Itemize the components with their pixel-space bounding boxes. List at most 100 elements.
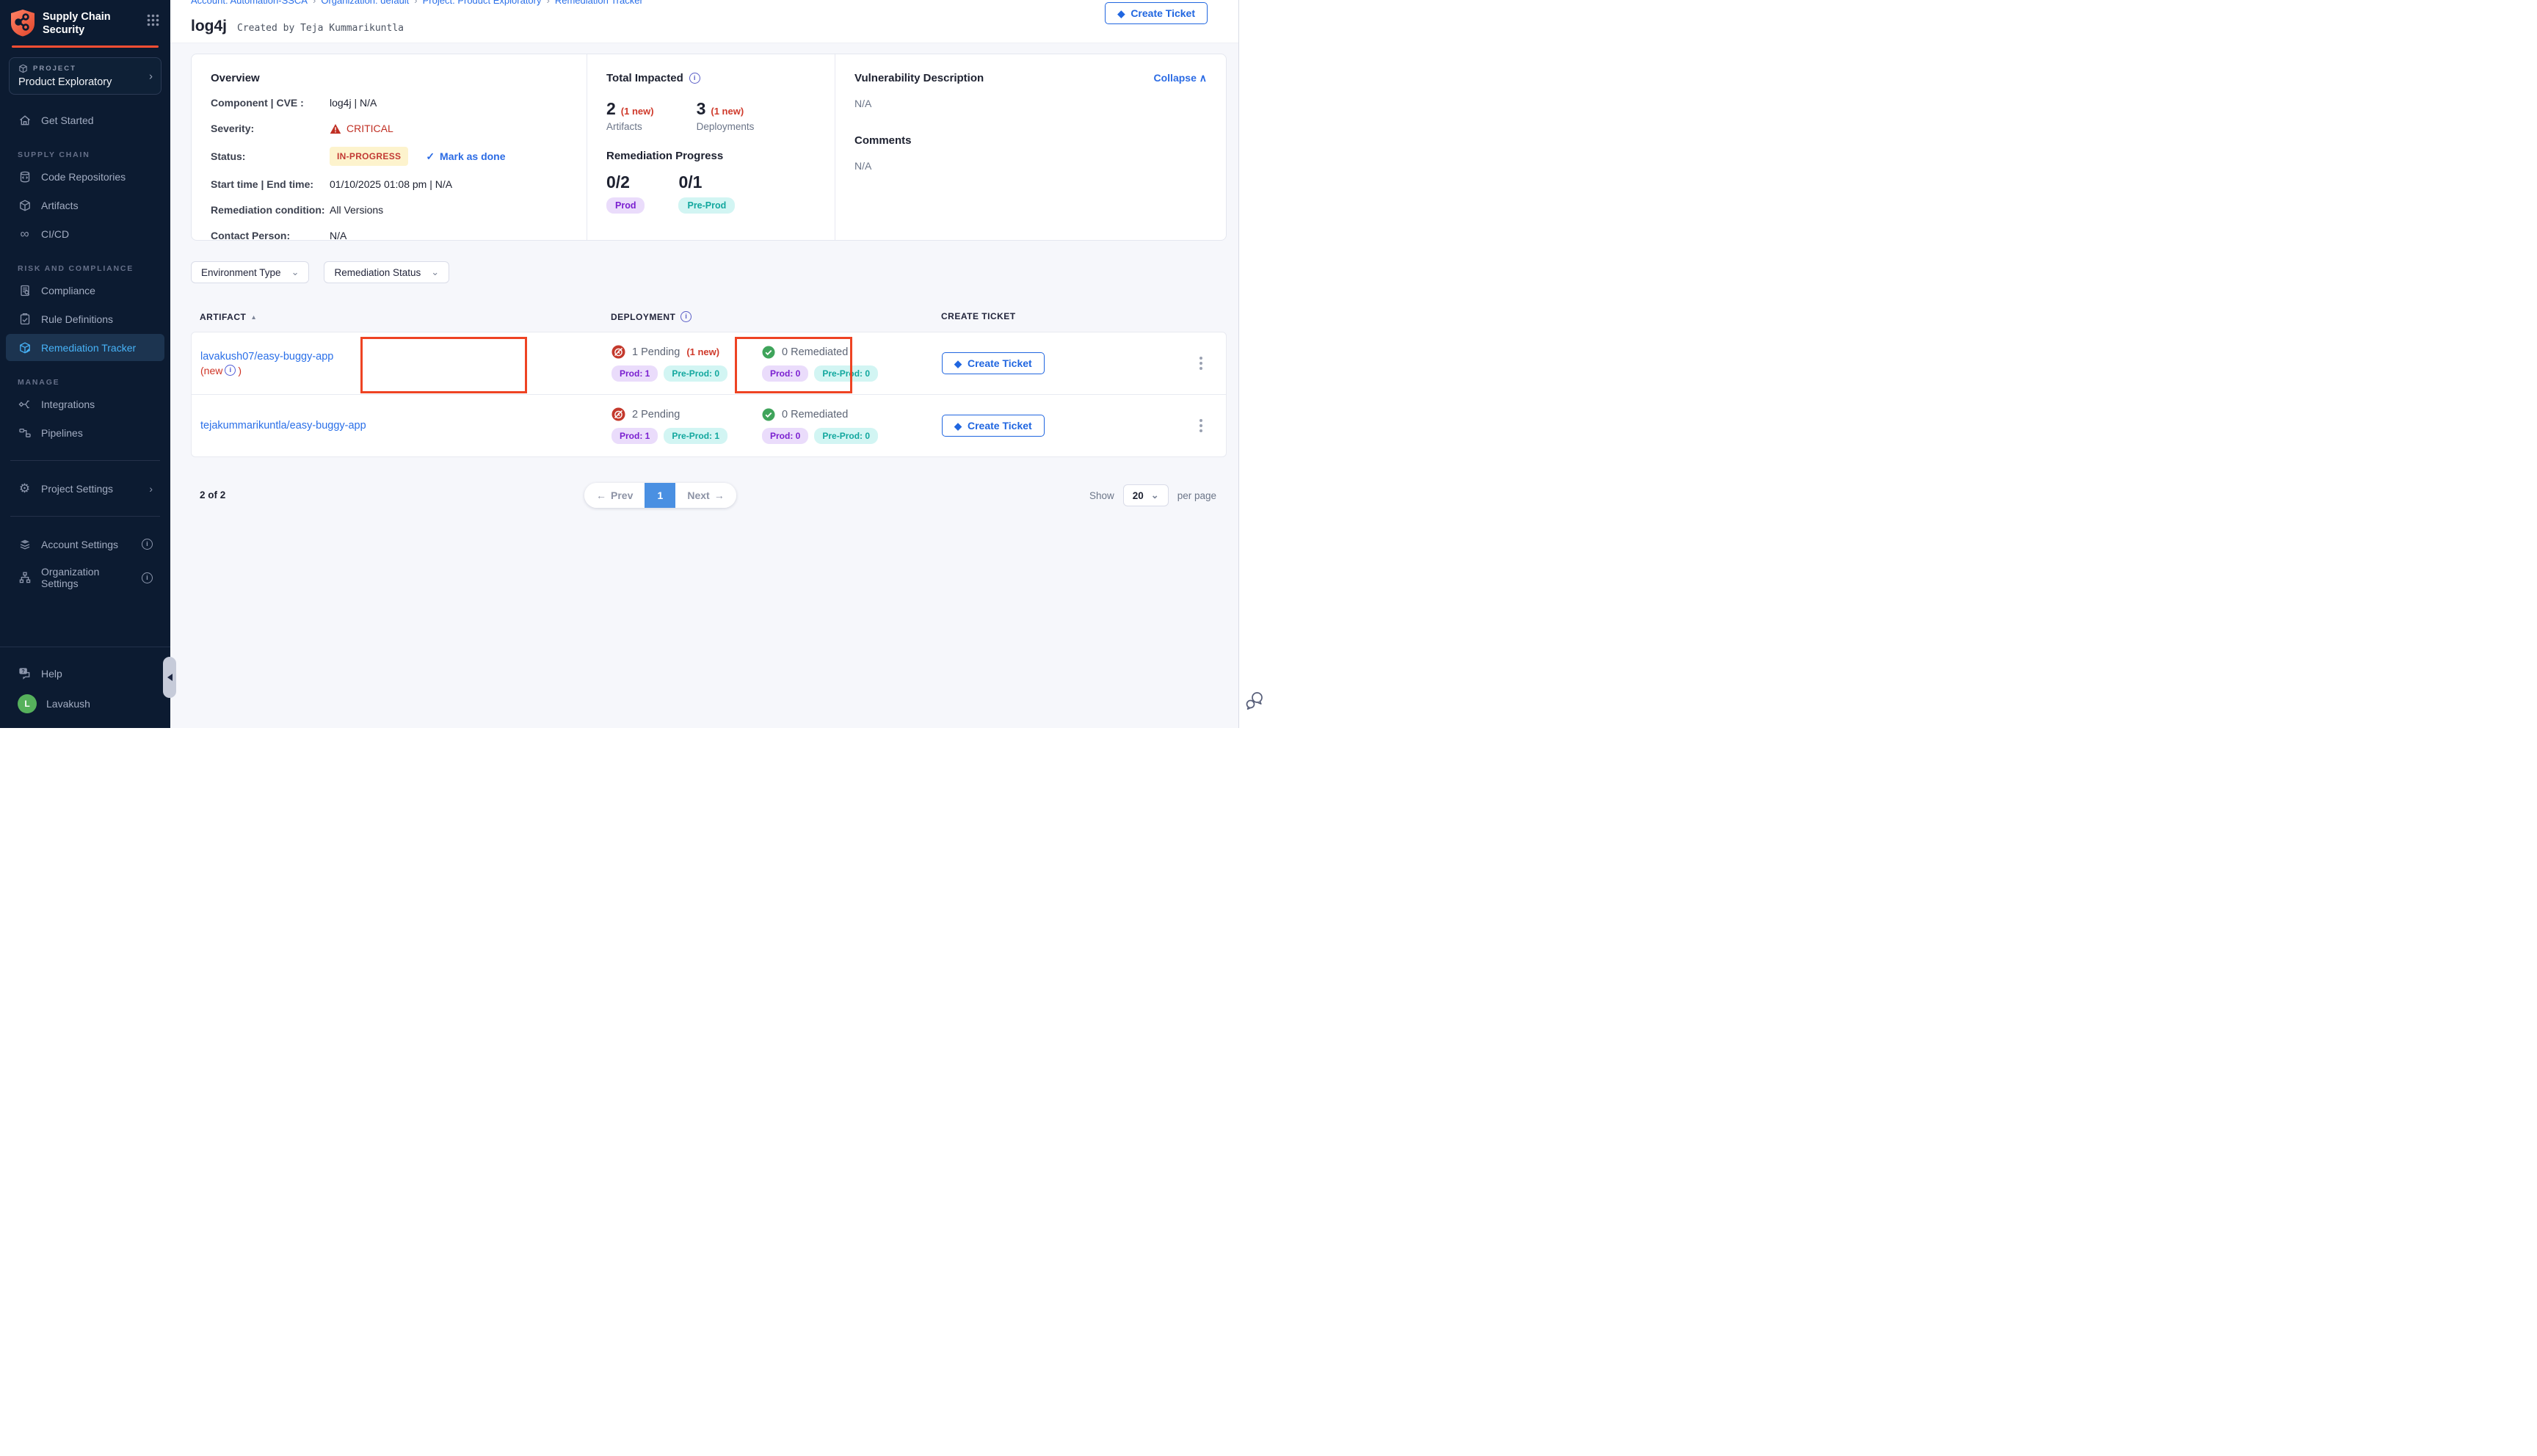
sidebar-collapse-handle[interactable]	[163, 657, 176, 698]
result-count: 2 of 2	[200, 489, 225, 500]
total-impacted-heading: Total Impacted	[606, 72, 683, 84]
severity-label: Severity:	[211, 123, 330, 134]
remediated-cell: 0 Remediated Prod: 0 Pre-Prod: 0	[762, 346, 942, 382]
remediated-cell: 0 Remediated Prod: 0 Pre-Prod: 0	[762, 408, 942, 444]
info-icon[interactable]: i	[680, 311, 692, 322]
org-chart-icon	[18, 571, 32, 585]
breadcrumb-account[interactable]: Account: Automation-SSCA	[191, 0, 308, 6]
artifacts-count: 2	[606, 99, 616, 119]
column-header-deployment: DEPLOYMENT i	[611, 311, 941, 322]
info-icon[interactable]: i	[689, 73, 700, 84]
table-row: tejakummarikuntla/easy-buggy-app 2 Pendi…	[191, 394, 1227, 457]
sidebar-item-rule-definitions[interactable]: Rule Definitions	[6, 305, 164, 332]
sidebar-item-integrations[interactable]: Integrations	[6, 390, 164, 418]
prod-count-badge: Prod: 1	[611, 365, 658, 382]
sidebar-item-account-settings[interactable]: Account Settings i	[6, 531, 164, 558]
row-menu-kebab-icon[interactable]	[1197, 416, 1205, 435]
prod-badge: Prod	[606, 197, 645, 214]
prev-page-button[interactable]: ← Prev	[584, 483, 645, 508]
condition-value: All Versions	[330, 204, 383, 216]
preprod-progress-stat: 0/1 Pre-Prod	[678, 172, 735, 214]
time-label: Start time | End time:	[211, 178, 330, 190]
scrollbar-gutter[interactable]	[1238, 0, 1268, 728]
sidebar-item-compliance[interactable]: Compliance	[6, 277, 164, 304]
breadcrumb-org[interactable]: Organization: default	[321, 0, 409, 6]
home-icon	[18, 113, 32, 127]
component-cve-label: Component | CVE :	[211, 97, 330, 109]
svg-text:?: ?	[21, 669, 24, 674]
sidebar-item-get-started[interactable]: Get Started	[6, 106, 164, 134]
row-menu-kebab-icon[interactable]	[1197, 354, 1205, 373]
page-number-button[interactable]: 1	[645, 483, 675, 508]
create-ticket-cell: ◆ Create Ticket	[942, 415, 1133, 437]
sidebar-user[interactable]: L Lavakush	[6, 688, 164, 720]
total-impacted-section: Total Impacted i 2 (1 new) Artifacts 3	[587, 54, 835, 240]
info-icon[interactable]: i	[225, 365, 236, 376]
section-risk-compliance: RISK AND COMPLIANCE	[18, 264, 170, 273]
sidebar-item-label: Project Settings	[41, 483, 113, 495]
chevron-up-icon: ∧	[1199, 72, 1207, 84]
condition-label: Remediation condition:	[211, 204, 330, 216]
page-size-select[interactable]: 20 ⌄	[1123, 484, 1169, 506]
prod-count-badge: Prod: 1	[611, 428, 658, 444]
info-icon[interactable]: i	[142, 572, 153, 583]
sidebar-item-remediation-tracker[interactable]: Remediation Tracker	[6, 334, 164, 361]
sidebar-item-label: Pipelines	[41, 427, 83, 439]
sidebar-item-label: Remediation Tracker	[41, 342, 136, 354]
artifact-link[interactable]: tejakummarikuntla/easy-buggy-app	[200, 420, 366, 432]
status-badge: IN-PROGRESS	[330, 147, 408, 166]
collapse-link[interactable]: Collapse ∧	[1154, 72, 1208, 84]
artifacts-stat-label: Artifacts	[606, 121, 654, 132]
severity-value: CRITICAL	[330, 123, 393, 134]
per-page-label: per page	[1177, 490, 1216, 501]
pending-count: 1 Pending	[632, 346, 680, 358]
sidebar-item-artifacts[interactable]: Artifacts	[6, 192, 164, 219]
section-manage: MANAGE	[18, 378, 170, 387]
breadcrumb-separator: ›	[308, 0, 321, 6]
chevron-down-icon: ⌄	[291, 266, 300, 278]
module-grid-icon[interactable]	[146, 13, 160, 27]
sidebar-item-pipelines[interactable]: Pipelines	[6, 419, 164, 446]
project-selector[interactable]: PROJECT Product Exploratory ›	[9, 57, 161, 95]
right-arrow-icon: →	[714, 489, 725, 501]
prod-count-badge: Prod: 0	[762, 365, 808, 382]
clipboard-check-icon	[18, 312, 32, 326]
filters-row: Environment Type ⌄ Remediation Status ⌄	[191, 261, 449, 283]
breadcrumb-page[interactable]: Remediation Tracker	[555, 0, 643, 6]
create-ticket-button[interactable]: ◆ Create Ticket	[942, 352, 1045, 374]
column-header-artifact[interactable]: ARTIFACT ▲	[191, 311, 611, 322]
breadcrumb-project[interactable]: Project: Product Exploratory	[423, 0, 542, 6]
support-chat-icon[interactable]	[1244, 690, 1265, 712]
sidebar-divider	[10, 516, 160, 517]
sidebar-item-label: Integrations	[41, 398, 95, 410]
contact-label: Contact Person:	[211, 230, 330, 241]
sidebar-item-project-settings[interactable]: ⚙ Project Settings ›	[6, 475, 164, 502]
section-supply-chain: SUPPLY CHAIN	[18, 150, 170, 159]
sidebar-bottom: ? Help L Lavakush	[0, 647, 170, 728]
sidebar-item-organization-settings[interactable]: Organization Settings i	[6, 559, 164, 596]
impacted-deployments-stat: 3 (1 new) Deployments	[697, 99, 755, 132]
sidebar-item-code-repositories[interactable]: Code Repositories	[6, 163, 164, 190]
artifact-link[interactable]: lavakush07/easy-buggy-app	[200, 351, 333, 363]
environment-type-filter[interactable]: Environment Type ⌄	[191, 261, 309, 283]
create-ticket-button[interactable]: ◆ Create Ticket	[1105, 2, 1208, 24]
create-ticket-button[interactable]: ◆ Create Ticket	[942, 415, 1045, 437]
status-label: Status:	[211, 150, 330, 162]
preprod-count-badge: Pre-Prod: 0	[814, 365, 878, 382]
summary-panel: Overview Component | CVE : log4j | N/A S…	[191, 54, 1227, 241]
info-icon[interactable]: i	[142, 539, 153, 550]
preprod-progress-value: 0/1	[678, 172, 735, 192]
column-header-create-ticket: CREATE TICKET	[941, 311, 1016, 322]
sidebar-item-label: Rule Definitions	[41, 313, 113, 325]
sidebar-item-help[interactable]: ? Help	[6, 660, 164, 687]
table-header: ARTIFACT ▲ DEPLOYMENT i CREATE TICKET	[191, 311, 1227, 322]
pager: ← Prev 1 Next →	[584, 483, 736, 508]
next-page-button[interactable]: Next →	[675, 483, 736, 508]
mark-as-done-link[interactable]: ✓ Mark as done	[426, 150, 505, 163]
sidebar-item-label: Account Settings	[41, 539, 118, 550]
remediation-status-filter[interactable]: Remediation Status ⌄	[324, 261, 449, 283]
warning-triangle-icon	[330, 123, 341, 134]
sidebar-item-cicd[interactable]: ∞ CI/CD	[6, 220, 164, 247]
project-label: PROJECT	[33, 65, 76, 73]
breadcrumb-separator: ›	[409, 0, 422, 6]
